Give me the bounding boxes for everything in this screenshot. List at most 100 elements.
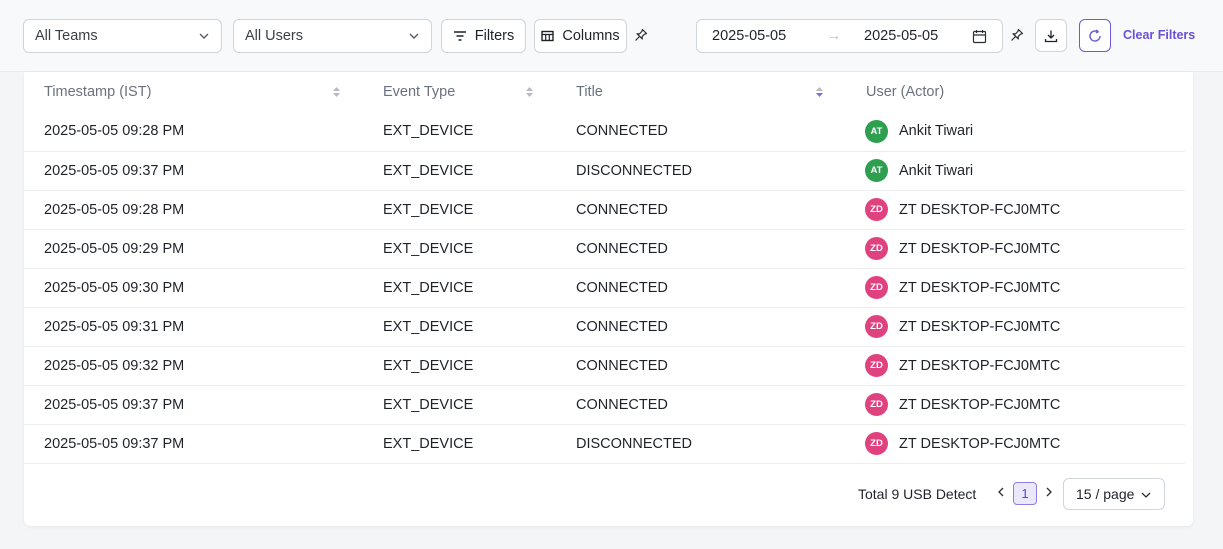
user-name: ZT DESKTOP-FCJ0MTC — [899, 318, 1061, 335]
timestamp-cell: 2025-05-05 09:31 PM — [24, 307, 363, 347]
sort-icon[interactable] — [525, 85, 534, 99]
column-header-user[interactable]: User (Actor) — [846, 72, 1185, 112]
user-info: ZD ZT DESKTOP-FCJ0MTC — [865, 237, 1185, 260]
event-type-cell: EXT_DEVICE — [363, 385, 556, 425]
chevron-down-icon — [199, 33, 209, 39]
timestamp-cell: 2025-05-05 09:29 PM — [24, 229, 363, 269]
users-select-value: All Users — [245, 28, 304, 44]
user-cell: ZD ZT DESKTOP-FCJ0MTC — [846, 229, 1185, 269]
user-info: ZD ZT DESKTOP-FCJ0MTC — [865, 315, 1185, 338]
sort-icon[interactable] — [332, 85, 341, 99]
event-title: CONNECTED — [576, 201, 668, 218]
event-title: DISCONNECTED — [576, 162, 693, 179]
columns-button[interactable]: Columns — [534, 19, 627, 53]
event-type-cell: EXT_DEVICE — [363, 268, 556, 308]
pin-icon[interactable] — [1010, 28, 1024, 42]
event-type: EXT_DEVICE — [383, 357, 474, 374]
pin-icon[interactable] — [634, 28, 648, 42]
timestamp: 2025-05-05 09:30 PM — [44, 279, 185, 296]
title-cell: CONNECTED — [556, 190, 846, 230]
user-name: ZT DESKTOP-FCJ0MTC — [899, 240, 1061, 257]
sort-descending-icon[interactable] — [815, 85, 824, 99]
event-title: CONNECTED — [576, 396, 668, 413]
table-row[interactable]: 2025-05-05 09:32 PM EXT_DEVICE CONNECTED ZD… — [24, 346, 1185, 386]
event-title: CONNECTED — [576, 240, 668, 257]
total-count: Total 9 USB Detect — [858, 486, 977, 502]
event-type-cell: EXT_DEVICE — [363, 229, 556, 269]
user-cell: AT Ankit Tiwari — [846, 112, 1185, 152]
title-cell: CONNECTED — [556, 385, 846, 425]
page-size-select[interactable]: 15 / page — [1063, 478, 1165, 510]
events-table: Timestamp (IST) Event Type Title User (A… — [24, 72, 1185, 464]
user-info: ZD ZT DESKTOP-FCJ0MTC — [865, 432, 1185, 455]
timestamp: 2025-05-05 09:37 PM — [44, 396, 185, 413]
date-range-picker[interactable]: 2025-05-05 → 2025-05-05 — [696, 19, 1003, 53]
avatar: ZD — [865, 432, 888, 455]
date-range-arrow: → — [827, 27, 841, 43]
teams-select[interactable]: All Teams — [23, 19, 222, 53]
timestamp: 2025-05-05 09:28 PM — [44, 123, 185, 140]
filter-icon — [453, 31, 466, 41]
table-row[interactable]: 2025-05-05 09:37 PM EXT_DEVICE CONNECTED ZD… — [24, 385, 1185, 425]
refresh-icon — [1089, 28, 1101, 42]
column-header-event-type[interactable]: Event Type — [363, 72, 556, 112]
avatar: ZD — [865, 315, 888, 338]
calendar-icon — [972, 30, 987, 44]
chevron-left-icon[interactable] — [995, 485, 1007, 499]
date-to[interactable]: 2025-05-05 — [864, 28, 938, 44]
table-row[interactable]: 2025-05-05 09:30 PM EXT_DEVICE CONNECTED ZD… — [24, 268, 1185, 308]
event-title: CONNECTED — [576, 357, 668, 374]
avatar: ZD — [865, 198, 888, 221]
page-size-value: 15 / page — [1076, 486, 1135, 502]
title-cell: DISCONNECTED — [556, 424, 846, 464]
date-from[interactable]: 2025-05-05 — [712, 28, 786, 44]
avatar: AT — [865, 119, 888, 143]
user-name: Ankit Tiwari — [899, 162, 974, 179]
event-type: EXT_DEVICE — [383, 396, 474, 413]
user-name: Ankit Tiwari — [899, 123, 974, 140]
user-cell: ZD ZT DESKTOP-FCJ0MTC — [846, 424, 1185, 464]
avatar: ZD — [865, 276, 888, 299]
clear-filters-link[interactable]: Clear Filters — [1123, 28, 1195, 42]
timestamp: 2025-05-05 09:32 PM — [44, 357, 185, 374]
user-cell: ZD ZT DESKTOP-FCJ0MTC — [846, 190, 1185, 230]
user-cell: ZD ZT DESKTOP-FCJ0MTC — [846, 268, 1185, 308]
user-info: ZD ZT DESKTOP-FCJ0MTC — [865, 276, 1185, 299]
event-type: EXT_DEVICE — [383, 240, 474, 257]
timestamp-cell: 2025-05-05 09:32 PM — [24, 346, 363, 386]
user-cell: AT Ankit Tiwari — [846, 151, 1185, 191]
table-row[interactable]: 2025-05-05 09:31 PM EXT_DEVICE CONNECTED ZD… — [24, 307, 1185, 347]
table-row[interactable]: 2025-05-05 09:29 PM EXT_DEVICE CONNECTED ZD… — [24, 229, 1185, 269]
timestamp: 2025-05-05 09:37 PM — [44, 162, 185, 179]
chevron-down-icon — [409, 33, 419, 39]
filters-label: Filters — [474, 28, 515, 44]
filters-button[interactable]: Filters — [441, 19, 526, 53]
users-select[interactable]: All Users — [233, 19, 432, 53]
table-row[interactable]: 2025-05-05 09:37 PM EXT_DEVICE DISCONNECTE… — [24, 151, 1185, 191]
timestamp: 2025-05-05 09:29 PM — [44, 240, 185, 257]
page-button-current[interactable]: 1 — [1013, 482, 1037, 505]
column-header-title[interactable]: Title — [556, 72, 846, 112]
column-header-timestamp[interactable]: Timestamp (IST) — [24, 72, 363, 112]
user-info: ZD ZT DESKTOP-FCJ0MTC — [865, 198, 1185, 221]
title-cell: CONNECTED — [556, 346, 846, 386]
event-type-cell: EXT_DEVICE — [363, 346, 556, 386]
event-type: EXT_DEVICE — [383, 318, 474, 335]
timestamp: 2025-05-05 09:31 PM — [44, 318, 185, 335]
events-table-card: Timestamp (IST) Event Type Title User (A… — [24, 72, 1193, 526]
title-cell: CONNECTED — [556, 268, 846, 308]
table-row[interactable]: 2025-05-05 09:28 PM EXT_DEVICE CONNECTED ZD… — [24, 190, 1185, 230]
column-header-label: Event Type — [383, 84, 456, 100]
column-header-label: User (Actor) — [866, 84, 945, 100]
teams-select-value: All Teams — [35, 28, 98, 44]
avatar: ZD — [865, 393, 888, 416]
refresh-button[interactable] — [1079, 19, 1111, 52]
table-row[interactable]: 2025-05-05 09:37 PM EXT_DEVICE DISCONNECTE… — [24, 424, 1185, 464]
title-cell: CONNECTED — [556, 229, 846, 269]
download-icon — [1044, 30, 1058, 42]
user-cell: ZD ZT DESKTOP-FCJ0MTC — [846, 307, 1185, 347]
chevron-right-icon[interactable] — [1043, 485, 1055, 499]
table-row[interactable]: 2025-05-05 09:28 PM EXT_DEVICE CONNECTED AT… — [24, 112, 1185, 152]
download-button[interactable] — [1035, 19, 1067, 52]
columns-label: Columns — [562, 28, 620, 44]
